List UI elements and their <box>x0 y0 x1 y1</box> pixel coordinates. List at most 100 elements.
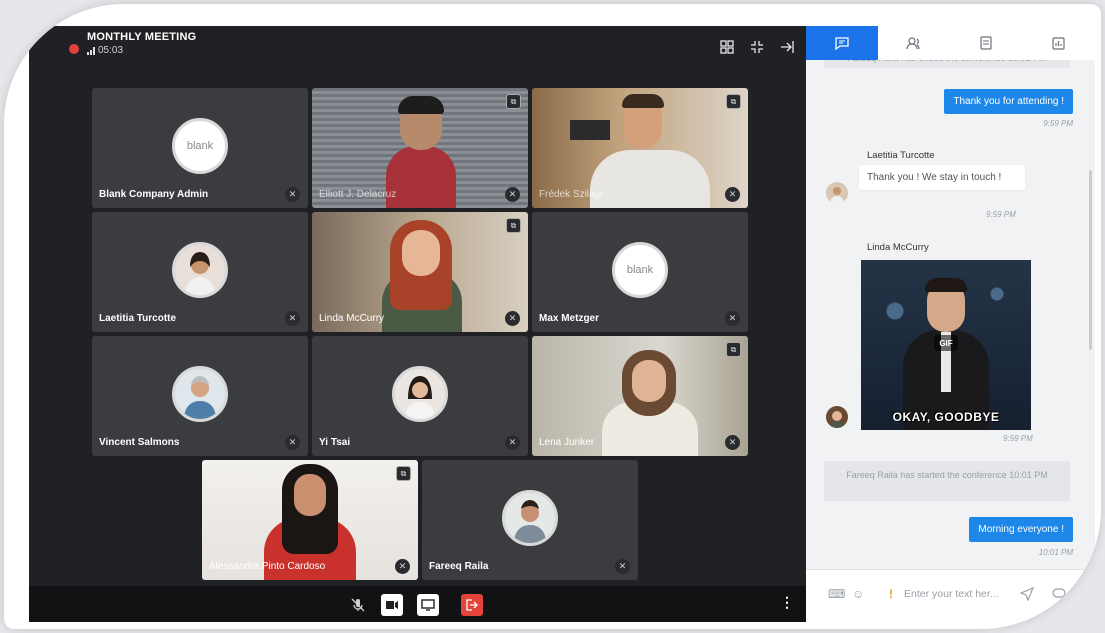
chat-message-other: Thank you ! We stay in touch ! <box>859 165 1025 190</box>
person-head <box>294 474 326 516</box>
participant-tile[interactable]: Fareeq Raila ✕ <box>422 460 638 580</box>
tab-participants[interactable] <box>878 26 950 60</box>
person-hair <box>398 96 444 114</box>
expand-icon[interactable]: ⧉ <box>506 218 521 233</box>
meeting-app: MONTHLY MEETING 05:03 blank Blank Compan… <box>29 26 1095 622</box>
participant-name: Yi Tsai <box>319 437 351 448</box>
participant-tile[interactable]: ⧉ Elliott J. Delacruz ✕ <box>312 88 528 208</box>
gif-message[interactable]: GIF OKAY, GOODBYE <box>861 260 1031 430</box>
participant-name: Frédek Szilagi <box>539 189 603 200</box>
hide-panel-icon[interactable] <box>776 36 798 58</box>
screen-share-button[interactable] <box>417 594 439 616</box>
company-logo: blank <box>172 118 228 174</box>
participant-tile[interactable]: ⧉ Lena Junker ✕ <box>532 336 748 456</box>
mic-muted-icon: ✕ <box>285 187 300 202</box>
system-message: Fareeq Raila has started the conference … <box>824 461 1070 501</box>
person-hair <box>622 94 664 108</box>
message-sender: Linda McCurry <box>867 242 929 253</box>
mic-muted-icon: ✕ <box>725 311 740 326</box>
mic-muted-icon: ✕ <box>615 559 630 574</box>
mic-muted-icon: ✕ <box>725 187 740 202</box>
sender-avatar <box>826 406 848 428</box>
expand-icon[interactable]: ⧉ <box>726 94 741 109</box>
person-head <box>632 360 666 402</box>
participant-tile[interactable]: ⧉ Frédek Szilagi ✕ <box>532 88 748 208</box>
panel-tabs <box>806 26 1095 60</box>
participant-avatar <box>172 366 228 422</box>
chat-messages[interactable]: Fareeq Raila has ended the conference 10… <box>806 60 1095 570</box>
background-object <box>570 120 610 140</box>
message-time: 9:59 PM <box>1003 434 1033 443</box>
camera-toggle-button[interactable] <box>381 594 403 616</box>
participant-tile[interactable]: Vincent Salmons ✕ <box>92 336 308 456</box>
more-options-icon[interactable]: ⋮ <box>780 594 794 611</box>
participant-name: Elliott J. Delacruz <box>319 189 397 200</box>
mic-toggle-button[interactable] <box>347 594 369 616</box>
person-head <box>402 230 440 276</box>
participant-name: Lena Junker <box>539 437 595 448</box>
gif-person-hair <box>925 278 967 292</box>
message-time: 9:59 PM <box>1043 119 1073 128</box>
chat-scrollbar[interactable] <box>1089 170 1092 350</box>
participant-tile[interactable]: ⧉ Alessandra Pinto Cardoso ✕ <box>202 460 418 580</box>
person-silhouette <box>590 150 710 208</box>
participant-name: Max Metzger <box>539 313 600 324</box>
expand-icon[interactable]: ⧉ <box>726 342 741 357</box>
participant-tile[interactable]: ⧉ Linda McCurry ✕ <box>312 212 528 332</box>
tab-documents[interactable] <box>950 26 1022 60</box>
mic-muted-icon: ✕ <box>505 311 520 326</box>
mic-muted-icon: ✕ <box>505 435 520 450</box>
participant-tile[interactable]: blank Blank Company Admin ✕ <box>92 88 308 208</box>
message-composer: ⌨ ☺ ! Enter your text her... <box>806 569 1095 622</box>
participant-name: Laetitia Turcotte <box>99 313 177 324</box>
side-panel: Fareeq Raila has ended the conference 10… <box>806 26 1095 622</box>
participant-tile[interactable]: Yi Tsai ✕ <box>312 336 528 456</box>
expand-icon[interactable]: ⧉ <box>506 94 521 109</box>
sender-avatar <box>826 182 848 204</box>
record-icon[interactable] <box>1052 587 1066 602</box>
company-logo: blank <box>612 242 668 298</box>
mic-muted-icon: ✕ <box>505 187 520 202</box>
tab-chat[interactable] <box>806 26 878 60</box>
gif-badge: GIF <box>934 335 958 351</box>
emoji-icon[interactable]: ☺ <box>852 587 864 601</box>
participant-avatar <box>392 366 448 422</box>
mic-muted-icon: ✕ <box>285 311 300 326</box>
video-area: MONTHLY MEETING 05:03 blank Blank Compan… <box>29 26 806 622</box>
call-controls: ⋮ <box>29 586 806 622</box>
message-time: 10:01 PM <box>1038 548 1073 557</box>
participant-name: Fareeq Raila <box>429 561 489 572</box>
top-toolbar <box>716 36 798 58</box>
recording-indicator <box>69 44 79 54</box>
message-input[interactable]: Enter your text her... <box>904 588 999 600</box>
timer-value: 05:03 <box>98 45 124 56</box>
system-message: Fareeq Raila has ended the conference 10… <box>824 60 1070 68</box>
mic-muted-icon: ✕ <box>285 435 300 450</box>
chat-message-own: Thank you for attending ! <box>944 89 1073 114</box>
keyboard-icon[interactable]: ⌨ <box>828 587 845 601</box>
participant-avatar <box>172 242 228 298</box>
gif-caption: OKAY, GOODBYE <box>892 410 1000 424</box>
leave-call-button[interactable] <box>461 594 483 616</box>
mic-muted-icon: ✕ <box>725 435 740 450</box>
signal-icon <box>87 46 95 55</box>
message-time: 9:59 PM <box>986 210 1016 219</box>
participant-name: Blank Company Admin <box>99 189 209 200</box>
chat-message-own: Morning everyone ! <box>969 517 1073 542</box>
participant-name: Alessandra Pinto Cardoso <box>209 561 326 572</box>
window-frame: MONTHLY MEETING 05:03 blank Blank Compan… <box>4 4 1101 629</box>
participant-tile[interactable]: blank Max Metzger ✕ <box>532 212 748 332</box>
grid-view-icon[interactable] <box>716 36 738 58</box>
person-silhouette <box>386 146 456 208</box>
participant-name: Vincent Salmons <box>99 437 180 448</box>
alert-icon[interactable]: ! <box>889 587 893 601</box>
compress-icon[interactable] <box>746 36 768 58</box>
participant-avatar <box>502 490 558 546</box>
send-icon[interactable] <box>1019 586 1035 604</box>
message-sender: Laetitia Turcotte <box>867 150 935 161</box>
participant-tile[interactable]: Laetitia Turcotte ✕ <box>92 212 308 332</box>
expand-icon[interactable]: ⧉ <box>396 466 411 481</box>
mic-muted-icon: ✕ <box>395 559 410 574</box>
meeting-timer: 05:03 <box>87 45 123 56</box>
tab-stats[interactable] <box>1023 26 1095 60</box>
